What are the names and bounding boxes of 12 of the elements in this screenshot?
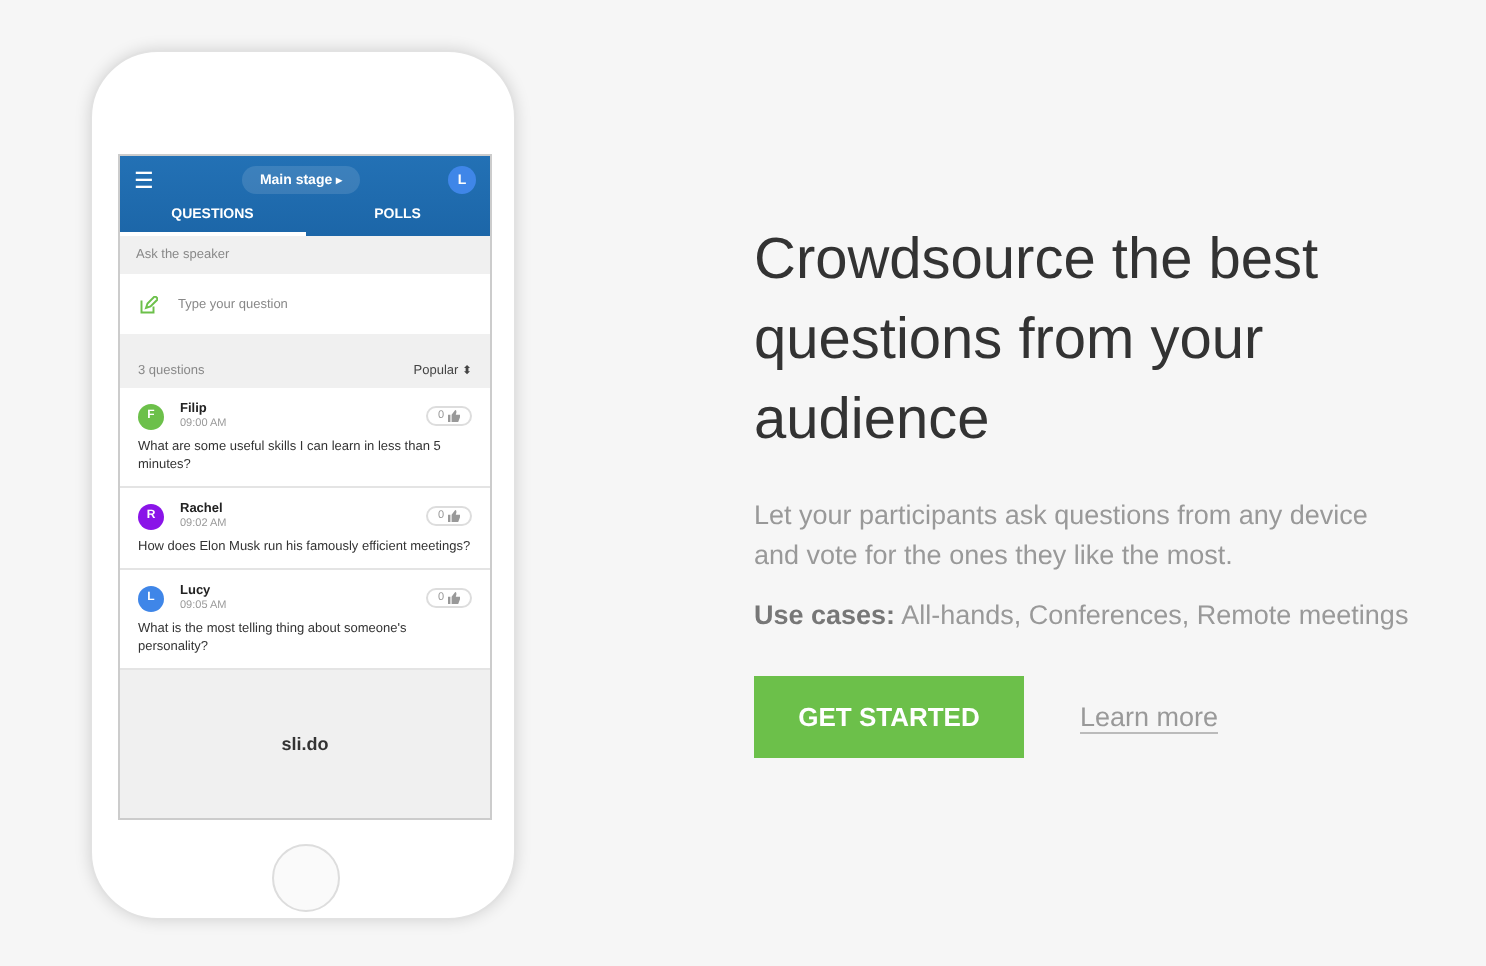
get-started-button[interactable]: GET STARTED [754, 676, 1024, 758]
menu-button[interactable]: ☰ [134, 167, 154, 193]
use-cases-text: Use cases: All-hands, Conferences, Remote meetings [754, 600, 1411, 630]
thumbs-up-icon [448, 592, 460, 605]
description: Let your participants ask questions from any device and vote for the ones they like the most. [754, 498, 1370, 574]
headline: Crowdsource the best questions from your audience [754, 226, 1321, 456]
thumbs-up-icon [448, 410, 460, 422]
edit-icon [140, 295, 158, 313]
thumbs-up-icon [448, 510, 460, 523]
learn-more-link[interactable]: Learn more [1080, 701, 1219, 733]
home-button[interactable] [272, 844, 340, 912]
logo: sli.do [281, 734, 329, 755]
